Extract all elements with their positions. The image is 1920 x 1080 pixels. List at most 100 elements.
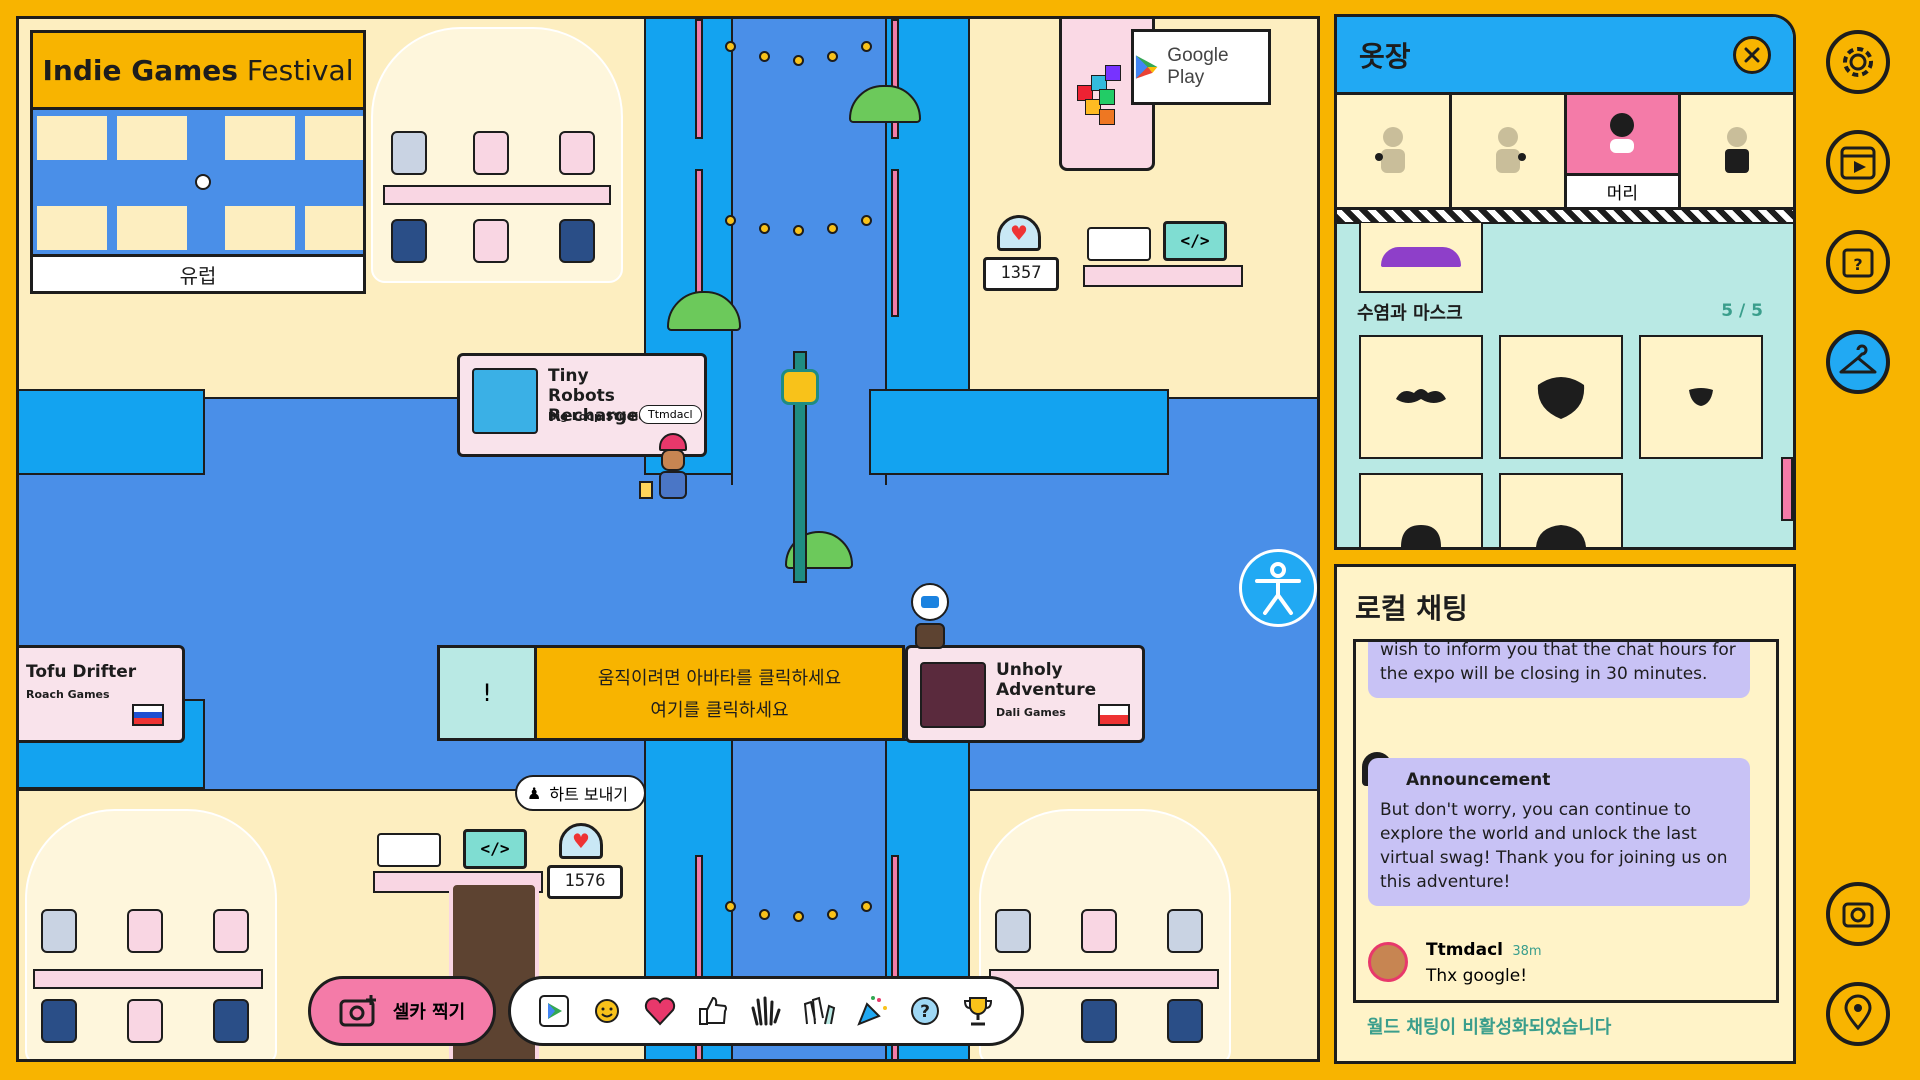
gear-icon: [1843, 47, 1873, 77]
minimap[interactable]: Indie Games Festival 유럽: [30, 30, 366, 294]
goatee-item[interactable]: [1639, 335, 1763, 459]
wardrobe-scrollbar[interactable]: [1781, 457, 1793, 521]
send-heart-label: 하트 보내기: [549, 785, 629, 804]
wardrobe-panel[interactable]: 옷장 머리 수염과 마스크 5 / 5: [1334, 14, 1796, 550]
light-bulb: [861, 215, 872, 226]
booth-title: Tofu Drifter: [26, 662, 137, 682]
map-button[interactable]: [1826, 982, 1890, 1046]
chat-messages[interactable]: wish to inform you that the chat hours f…: [1353, 639, 1779, 1003]
sun-emote[interactable]: [585, 989, 629, 1033]
chair: [1167, 999, 1203, 1043]
chat-bubble-icon: [911, 583, 949, 621]
booth-tofu-drifter[interactable]: Tofu Drifter Roach Games: [19, 645, 185, 743]
light-bulb: [861, 901, 872, 912]
chair: [213, 909, 249, 953]
body-icon: [1374, 127, 1405, 173]
light-bulb: [793, 225, 804, 236]
selfie-button[interactable]: 셀카 찍기: [308, 976, 496, 1046]
stage-table: [383, 185, 611, 205]
wardrobe-button[interactable]: [1826, 330, 1890, 394]
beard-icon: [1536, 525, 1586, 547]
tab-hair-label: 머리: [1566, 173, 1679, 207]
flag-icon: [1098, 704, 1130, 726]
light-bulb: [759, 51, 770, 62]
thumbs-up-emote[interactable]: [691, 989, 735, 1033]
booth-studio: Roach Games: [26, 688, 110, 701]
user-avatar: [1368, 942, 1408, 982]
booth-unholy-adventure[interactable]: Unholy Adventure Dali Games: [905, 645, 1145, 743]
person-icon: ♟: [527, 783, 542, 803]
party-popper-emote[interactable]: [850, 989, 894, 1033]
beard-item[interactable]: [1499, 335, 1623, 459]
chair: [391, 219, 427, 263]
tab-skin[interactable]: [1452, 95, 1567, 207]
question-card-icon: ?: [1842, 248, 1874, 278]
heart-counter-top: 1357: [983, 257, 1059, 291]
chair: [213, 999, 249, 1043]
minimap-view[interactable]: [33, 110, 363, 257]
clap-emote[interactable]: [797, 989, 841, 1033]
player-avatar[interactable]: [639, 433, 695, 517]
tab-body[interactable]: [1337, 95, 1452, 207]
quest-button[interactable]: ?: [1826, 230, 1890, 294]
accessibility-button[interactable]: [1239, 549, 1317, 627]
stage-table: [33, 969, 263, 989]
camera-icon: [339, 995, 376, 1027]
close-button[interactable]: [1733, 35, 1771, 74]
google-play-label: Google Play: [1167, 45, 1229, 88]
mustache-item[interactable]: [1359, 335, 1483, 459]
announcement-title: Announcement: [1406, 770, 1551, 790]
wardrobe-item-partial[interactable]: [1359, 223, 1483, 293]
send-heart-bubble[interactable]: ♟ 하트 보내기: [515, 775, 647, 811]
lamp-post: [695, 19, 703, 139]
blocks-icon: [1077, 65, 1127, 131]
tab-outfit[interactable]: [1681, 95, 1793, 207]
question-emote[interactable]: ?: [903, 989, 947, 1033]
booth-studio: Big Loop Studios: [548, 410, 653, 423]
stage-table: [989, 969, 1219, 989]
head-icon: [1610, 113, 1635, 153]
chair: [559, 131, 595, 175]
chat-message: Announcement But don't worry, you can co…: [1368, 758, 1750, 906]
chair: [473, 131, 509, 175]
camera-roll-button[interactable]: [1826, 882, 1890, 946]
play-store-emote[interactable]: [532, 989, 576, 1033]
minimap-title-bold: Indie Games: [42, 53, 238, 87]
selfie-label: 셀카 찍기: [392, 1002, 466, 1023]
section-count: 5 / 5: [1721, 301, 1763, 321]
tab-hair[interactable]: 머리: [1566, 95, 1682, 207]
code-monitor: </>: [1163, 221, 1227, 261]
beard-item[interactable]: [1499, 473, 1623, 547]
trophy-emote[interactable]: [956, 989, 1000, 1033]
chair: [127, 909, 163, 953]
svg-text:?: ?: [1853, 255, 1862, 274]
chat-user-time: 38m: [1512, 944, 1542, 959]
heart-emote[interactable]: [638, 989, 682, 1033]
light-bulb: [725, 215, 736, 226]
schedule-button[interactable]: [1826, 130, 1890, 194]
chair: [41, 999, 77, 1043]
canal-left-lip: [19, 389, 205, 475]
wave-emote[interactable]: [744, 989, 788, 1033]
chat-message-text: But don't worry, you can continue to exp…: [1380, 800, 1728, 892]
light-bulb: [725, 901, 736, 912]
minimap-title-rest: Festival: [237, 53, 354, 87]
mustache-icon: [1396, 389, 1446, 403]
light-bulb: [759, 909, 770, 920]
beard-item[interactable]: [1359, 473, 1483, 547]
other-avatar[interactable]: [915, 623, 945, 649]
booth-studio: Dali Games: [996, 706, 1066, 719]
play-store-screen: [1087, 227, 1151, 261]
code-monitor: </>: [463, 829, 527, 869]
google-play-sign[interactable]: Google Play: [1131, 29, 1271, 105]
minimap-title: Indie Games Festival: [33, 33, 363, 110]
hint-dialog[interactable]: ! 움직이려면 아바타를 클릭하세요 여기를 클릭하세요: [437, 645, 905, 741]
booth-thumbnail: [920, 662, 986, 728]
hint-line-2[interactable]: 여기를 클릭하세요: [650, 696, 788, 722]
emote-bar[interactable]: ?: [508, 976, 1024, 1046]
chat-panel[interactable]: 로컬 채팅 wish to inform you that the chat h…: [1334, 564, 1796, 1064]
settings-button[interactable]: [1826, 30, 1890, 94]
light-bulb: [827, 51, 838, 62]
light-bulb: [861, 41, 872, 52]
close-icon: [1744, 47, 1760, 62]
